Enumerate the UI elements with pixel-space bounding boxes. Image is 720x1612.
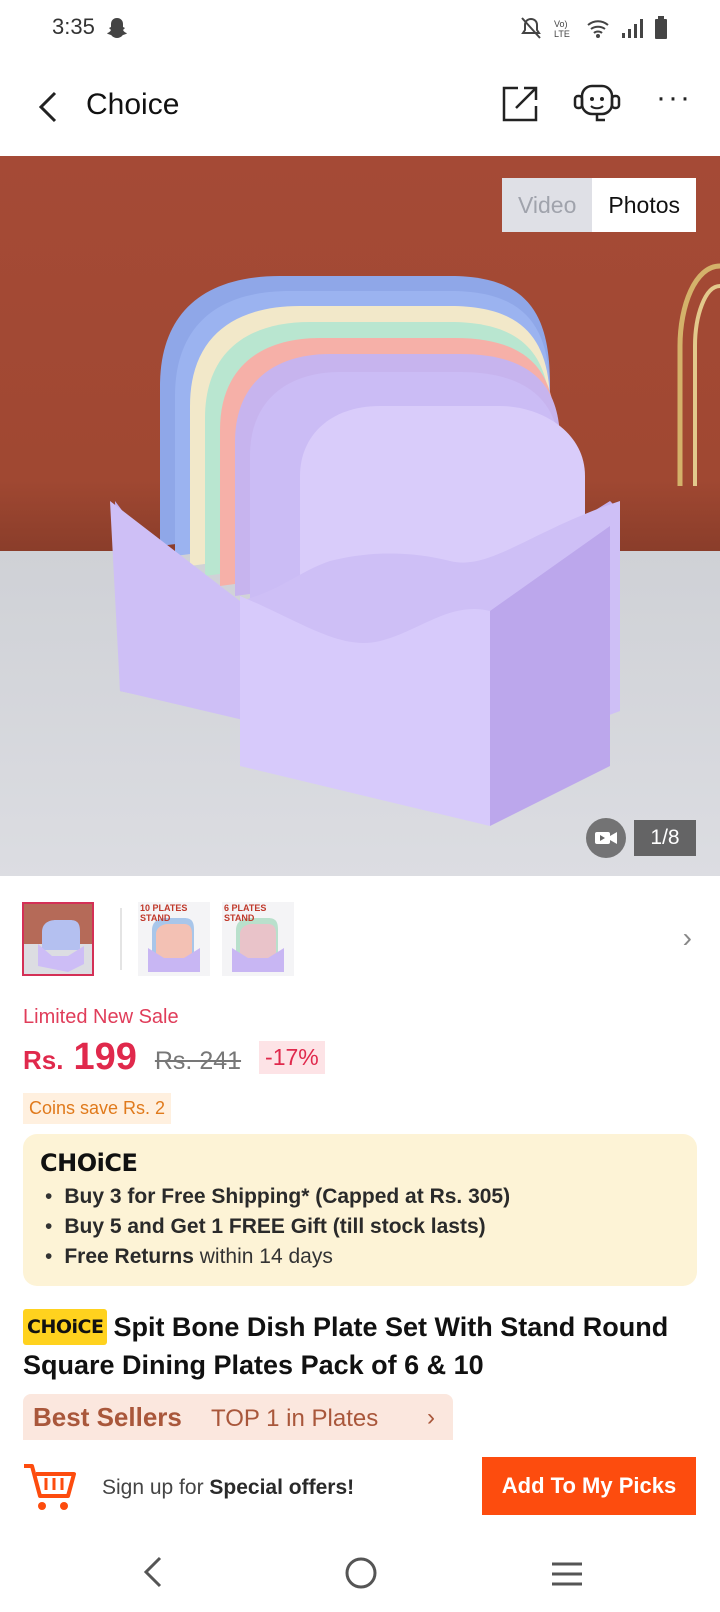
status-bar: 3:35 Vo) LTE [0,0,720,58]
svg-text:Vo): Vo) [554,19,568,29]
nav-home-icon [345,1557,377,1589]
nav-back-icon [143,1556,162,1588]
nav-back-button[interactable] [138,1554,166,1595]
more-icon: ··· [656,81,692,114]
thumbnail-separator [120,908,122,970]
back-button[interactable] [28,84,68,130]
thumbnail-label: 10 PLATES STAND [140,903,188,923]
snapchat-icon [106,16,128,45]
choice-benefits[interactable]: CHOiCE Buy 3 for Free Shipping* (Capped … [23,1134,697,1286]
chevron-right-icon: › [427,1404,435,1431]
benefit-list: Buy 3 for Free Shipping* (Capped at Rs. … [45,1182,510,1272]
chevron-right-icon[interactable]: › [683,922,692,954]
thumbnail-label: 6 PLATES STAND [224,903,267,923]
image-counter: 1/8 [634,820,696,856]
product-image[interactable]: Video Photos 1/8 [0,156,720,876]
system-nav-bar [0,1536,720,1612]
nav-menu-icon [552,1562,582,1586]
svg-text:LTE: LTE [554,29,570,39]
bottom-action-bar: Sign up for Special offers! Add To My Pi… [0,1440,720,1536]
nav-home-button[interactable] [344,1556,378,1595]
original-price: Rs. 241 [154,1047,242,1075]
page-title: Choice [86,88,180,121]
tab-video[interactable]: Video [501,178,593,232]
product-title: CHOiCE Spit Bone Dish Plate Set With Stan… [23,1309,703,1382]
best-sellers-rank: TOP 1 in Plates [211,1405,379,1432]
plate-stand-illustration [110,263,720,826]
benefit-item: Free Returns within 14 days [45,1242,510,1272]
share-icon [502,86,538,122]
volte-icon: Vo) LTE [552,16,576,45]
support-button[interactable] [572,82,622,131]
price-currency: Rs. [23,1045,64,1075]
best-sellers-label: Best Sellers [33,1402,182,1432]
choice-logo: CHOiCE [40,1149,138,1177]
mute-icon [520,16,542,45]
support-icon [573,84,621,122]
video-button[interactable] [586,818,626,858]
sale-label: Limited New Sale [23,1006,179,1028]
cart-icon [24,1464,76,1510]
video-camera-icon [595,832,617,844]
back-icon [38,91,57,123]
wifi-icon [586,17,610,44]
signal-icon [620,17,644,44]
product-title-text: Spit Bone Dish Plate Set With Stand Roun… [23,1312,669,1380]
signup-bold: Special offers! [209,1476,355,1499]
best-sellers-banner[interactable]: Best Sellers TOP 1 in Plates › [23,1394,453,1440]
thumbnail-1[interactable] [22,902,94,976]
signup-promo[interactable]: Sign up for Special offers! [102,1476,354,1500]
thumbnail-2[interactable]: 10 PLATES STAND [138,902,210,976]
cart-button[interactable] [20,1458,78,1521]
status-time: 3:35 [52,14,95,39]
thumbnail-image [24,904,92,974]
add-to-my-picks-button[interactable]: Add To My Picks [482,1457,696,1515]
more-button[interactable]: ··· [656,83,692,113]
coins-badge: Coins save Rs. 2 [23,1093,172,1124]
share-button[interactable] [500,84,540,129]
status-icons: Vo) LTE [520,16,668,45]
thumbnail-3[interactable]: 6 PLATES STAND [222,902,294,976]
price-value: 199 [73,1036,137,1078]
battery-icon [654,16,668,45]
app-header: Choice ··· [0,58,720,156]
tab-photos[interactable]: Photos [592,178,696,232]
nav-recents-button[interactable] [550,1560,584,1593]
media-toggle: Video Photos [501,178,696,232]
benefit-item: Buy 3 for Free Shipping* (Capped at Rs. … [45,1182,510,1212]
signup-prefix: Sign up for [102,1476,210,1499]
thumbnail-strip: 10 PLATES STAND 6 PLATES STAND › [22,902,698,978]
choice-badge: CHOiCE [23,1309,108,1345]
price-row: Rs. 199 Rs. 241 -17% [23,1036,325,1086]
benefit-item: Buy 5 and Get 1 FREE Gift (till stock la… [45,1212,510,1242]
discount-badge: -17% [259,1041,325,1074]
